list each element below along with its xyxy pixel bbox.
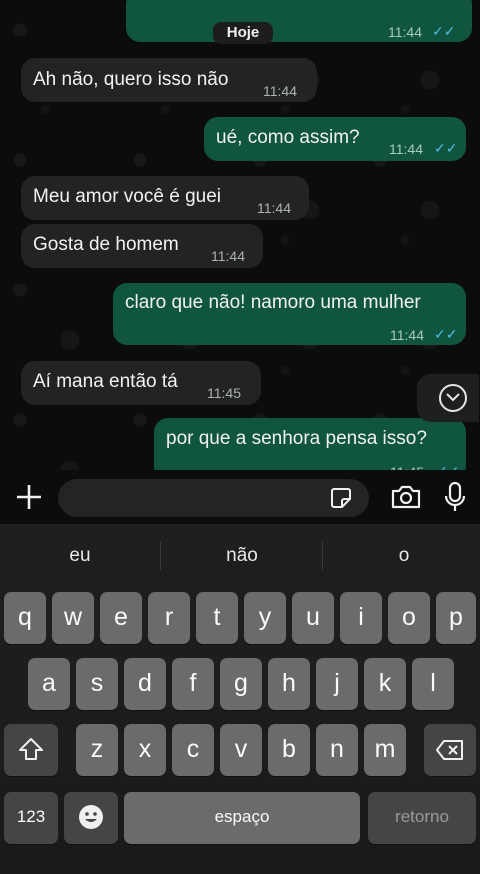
key-k[interactable]: k: [364, 658, 406, 710]
message-time: 11:44: [257, 200, 291, 216]
key-t[interactable]: t: [196, 592, 238, 644]
key-w[interactable]: w: [52, 592, 94, 644]
key-l[interactable]: l: [412, 658, 454, 710]
message-input-bar: [0, 470, 480, 524]
key-o[interactable]: o: [388, 592, 430, 644]
key-h[interactable]: h: [268, 658, 310, 710]
sticker-icon[interactable]: [330, 487, 352, 509]
camera-icon[interactable]: [390, 484, 422, 510]
key-x[interactable]: x: [124, 724, 166, 776]
message-incoming[interactable]: Ah não, quero isso não 11:44: [21, 58, 317, 102]
chevron-down-icon: [439, 384, 467, 412]
key-q[interactable]: q: [4, 592, 46, 644]
message-time: 11:44: [211, 248, 245, 264]
key-g[interactable]: g: [220, 658, 262, 710]
read-ticks-icon: ✓✓: [434, 140, 458, 156]
message-time: 11:44: [388, 24, 422, 40]
suggestion-divider: [322, 542, 323, 570]
message-outgoing[interactable]: ué, como assim? 11:44 ✓✓: [204, 117, 466, 161]
message-outgoing[interactable]: claro que não! namoro uma mulher 11:44 ✓…: [113, 283, 466, 345]
message-incoming[interactable]: Meu amor você é guei 11:44: [21, 176, 309, 220]
message-time: 11:44: [390, 327, 424, 343]
suggestion-item[interactable]: eu: [0, 534, 160, 578]
backspace-icon: [436, 740, 463, 760]
message-text: ué, como assim?: [216, 127, 360, 148]
keyboard: eu não o q w e r t y u i o p a s d f g h…: [0, 524, 480, 874]
key-z[interactable]: z: [76, 724, 118, 776]
emoji-icon: [79, 805, 103, 829]
chat-area[interactable]: 11:44 ✓✓ Hoje Ah não, quero isso não 11:…: [0, 0, 480, 470]
key-f[interactable]: f: [172, 658, 214, 710]
scroll-down-button[interactable]: [417, 374, 479, 422]
key-p[interactable]: p: [436, 592, 476, 644]
return-key[interactable]: retorno: [368, 792, 476, 844]
key-m[interactable]: m: [364, 724, 406, 776]
backspace-key[interactable]: [424, 724, 476, 776]
message-text: Meu amor você é guei: [33, 186, 221, 207]
microphone-icon[interactable]: [443, 481, 467, 513]
key-d[interactable]: d: [124, 658, 166, 710]
suggestion-item[interactable]: o: [324, 534, 480, 578]
read-ticks-icon: ✓✓: [436, 459, 459, 470]
message-time: 11:45: [207, 385, 241, 401]
key-e[interactable]: e: [100, 592, 142, 644]
space-key[interactable]: espaço: [124, 792, 360, 844]
message-text: claro que não! namoro uma mulher: [125, 292, 421, 313]
message-text: por que a senhora pensa isso?: [166, 428, 427, 449]
message-text: Aí mana então tá: [33, 371, 178, 392]
key-c[interactable]: c: [172, 724, 214, 776]
message-time: 11:44: [389, 141, 423, 157]
date-label: Hoje: [213, 22, 273, 44]
emoji-key[interactable]: [64, 792, 118, 844]
numbers-key[interactable]: 123: [4, 792, 58, 844]
key-s[interactable]: s: [76, 658, 118, 710]
message-text: Gosta de homem: [33, 234, 179, 255]
read-ticks-icon: ✓✓: [434, 326, 458, 342]
key-n[interactable]: n: [316, 724, 358, 776]
plus-icon[interactable]: [14, 482, 44, 512]
message-incoming[interactable]: Gosta de homem 11:44: [21, 224, 263, 268]
read-ticks-icon: ✓✓: [432, 23, 456, 39]
message-input[interactable]: [58, 479, 369, 517]
key-y[interactable]: y: [244, 592, 286, 644]
key-j[interactable]: j: [316, 658, 358, 710]
shift-key[interactable]: [4, 724, 58, 776]
message-time: 11:45: [390, 460, 424, 470]
suggestion-divider: [160, 542, 161, 570]
suggestion-item[interactable]: não: [162, 534, 322, 578]
key-i[interactable]: i: [340, 592, 382, 644]
message-outgoing[interactable]: por que a senhora pensa isso? 11:45 ✓✓: [154, 418, 466, 470]
message-outgoing-partial[interactable]: 11:44 ✓✓: [126, 0, 472, 42]
key-r[interactable]: r: [148, 592, 190, 644]
key-a[interactable]: a: [28, 658, 70, 710]
message-time: 11:44: [263, 83, 297, 99]
message-incoming[interactable]: Aí mana então tá 11:45: [21, 361, 261, 405]
key-b[interactable]: b: [268, 724, 310, 776]
shift-icon: [19, 738, 43, 760]
key-u[interactable]: u: [292, 592, 334, 644]
message-text: Ah não, quero isso não: [33, 69, 229, 90]
key-v[interactable]: v: [220, 724, 262, 776]
